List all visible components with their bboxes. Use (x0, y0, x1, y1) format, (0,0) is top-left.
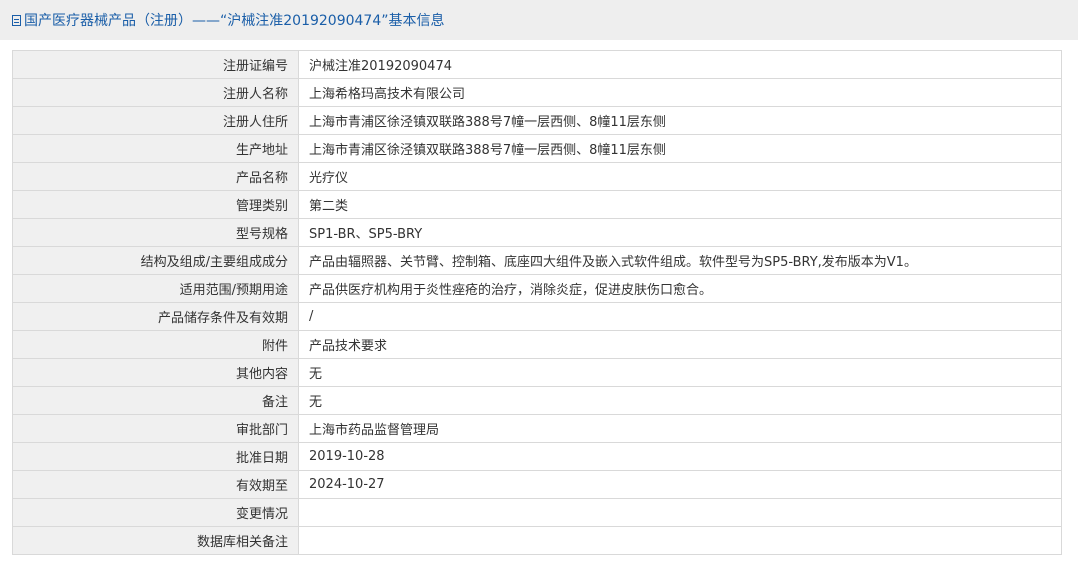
remarks-label: 备注 (12, 386, 299, 415)
page-title: 国产医疗器械产品（注册）——“沪械注准20192090474”基本信息 (24, 13, 445, 29)
other-content-label: 其他内容 (12, 358, 299, 387)
production-address-label: 生产地址 (12, 134, 299, 163)
storage-validity-label: 产品储存条件及有效期 (12, 302, 299, 331)
other-content-value: 无 (298, 358, 1062, 387)
registration-number-label: 注册证编号 (12, 50, 299, 79)
page-header: 国产医疗器械产品（注册）——“沪械注准20192090474”基本信息 (0, 0, 1078, 40)
approval-date-value: 2019-10-28 (298, 442, 1062, 471)
remarks-value: 无 (298, 386, 1062, 415)
approval-department-value: 上海市药品监督管理局 (298, 414, 1062, 443)
table-row-approval-date: 批准日期 2019-10-28 (12, 442, 1062, 471)
product-name-label: 产品名称 (12, 162, 299, 191)
table-row-approval-department: 审批部门 上海市药品监督管理局 (12, 414, 1062, 443)
table-row-registrant-name: 注册人名称 上海希格玛高技术有限公司 (12, 78, 1062, 107)
management-category-label: 管理类别 (12, 190, 299, 219)
database-notes-value (298, 526, 1062, 555)
table-row-production-address: 生产地址 上海市青浦区徐泾镇双联路388号7幢一层西侧、8幢11层东侧 (12, 134, 1062, 163)
production-address-value: 上海市青浦区徐泾镇双联路388号7幢一层西侧、8幢11层东侧 (298, 134, 1062, 163)
registrant-address-value: 上海市青浦区徐泾镇双联路388号7幢一层西侧、8幢11层东侧 (298, 106, 1062, 135)
model-spec-label: 型号规格 (12, 218, 299, 247)
storage-validity-value: / (298, 302, 1062, 331)
info-table: 注册证编号 沪械注准20192090474 注册人名称 上海希格玛高技术有限公司 注册人… (12, 50, 1062, 555)
table-row-registrant-address: 注册人住所 上海市青浦区徐泾镇双联路388号7幢一层西侧、8幢11层东侧 (12, 106, 1062, 135)
management-category-value: 第二类 (298, 190, 1062, 219)
product-name-value: 光疗仪 (298, 162, 1062, 191)
table-row-other-content: 其他内容无 (12, 358, 1062, 387)
table-row-structure-composition: 结构及组成/主要组成成分 产品由辐照器、关节臂、控制箱、底座四大组件及嵌入式软件组… (12, 246, 1062, 275)
table-row-registration-number: 注册证编号 沪械注准20192090474 (12, 50, 1062, 79)
table-row-remarks: 备注无 (12, 386, 1062, 415)
database-notes-label: 数据库相关备注 (12, 526, 299, 555)
info-table-container: 注册证编号 沪械注准20192090474 注册人名称 上海希格玛高技术有限公司 注册人… (12, 50, 1062, 555)
document-icon (12, 14, 21, 26)
registrant-name-value: 上海希格玛高技术有限公司 (298, 78, 1062, 107)
scope-of-use-label: 适用范围/预期用途 (12, 274, 299, 303)
table-row-model-spec: 型号规格 SP1-BR、SP5-BRY (12, 218, 1062, 247)
attachment-label: 附件 (12, 330, 299, 359)
scope-of-use-value: 产品供医疗机构用于炎性痤疮的治疗，消除炎症，促进皮肤伤口愈合。 (298, 274, 1062, 303)
table-row-change-status: 变更情况 (12, 498, 1062, 527)
attachment-value: 产品技术要求 (298, 330, 1062, 359)
table-row-database-notes: 数据库相关备注 (12, 526, 1062, 555)
registration-number-value: 沪械注准20192090474 (298, 50, 1062, 79)
valid-until-label: 有效期至 (12, 470, 299, 499)
registrant-address-label: 注册人住所 (12, 106, 299, 135)
structure-composition-label: 结构及组成/主要组成成分 (12, 246, 299, 275)
table-row-attachment: 附件 产品技术要求 (12, 330, 1062, 359)
info-table-body: 注册证编号 沪械注准20192090474 注册人名称 上海希格玛高技术有限公司 注册人… (12, 50, 1062, 555)
table-row-valid-until: 有效期至 2024-10-27 (12, 470, 1062, 499)
model-spec-value: SP1-BR、SP5-BRY (298, 218, 1062, 247)
table-row-scope-of-use: 适用范围/预期用途 产品供医疗机构用于炎性痤疮的治疗，消除炎症，促进皮肤伤口愈合。 (12, 274, 1062, 303)
table-row-product-name: 产品名称 光疗仪 (12, 162, 1062, 191)
registrant-name-label: 注册人名称 (12, 78, 299, 107)
change-status-label: 变更情况 (12, 498, 299, 527)
approval-date-label: 批准日期 (12, 442, 299, 471)
structure-composition-value: 产品由辐照器、关节臂、控制箱、底座四大组件及嵌入式软件组成。软件型号为SP5-B… (298, 246, 1062, 275)
valid-until-value: 2024-10-27 (298, 470, 1062, 499)
change-status-value (298, 498, 1062, 527)
table-row-management-category: 管理类别 第二类 (12, 190, 1062, 219)
approval-department-label: 审批部门 (12, 414, 299, 443)
table-row-storage-validity: 产品储存条件及有效期 / (12, 302, 1062, 331)
